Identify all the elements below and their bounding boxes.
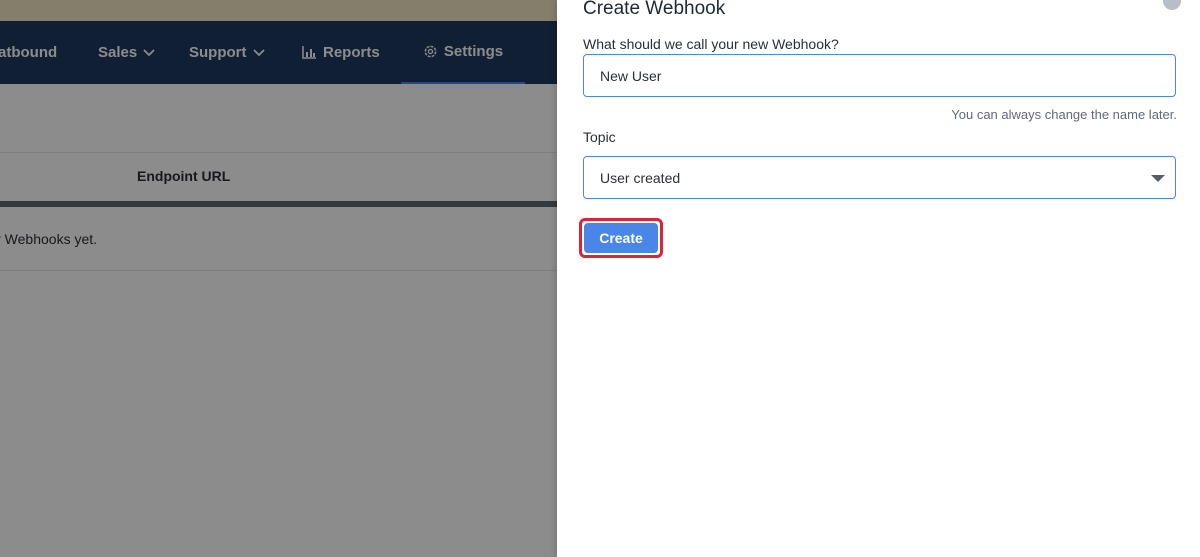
topic-select[interactable]: User created (583, 156, 1176, 199)
webhook-name-label: What should we call your new Webhook? (583, 36, 839, 52)
dropdown-caret-icon (1151, 175, 1165, 182)
webhook-name-input[interactable] (583, 54, 1176, 97)
drawer-title: Create Webhook (583, 0, 726, 19)
topic-selected-value: User created (600, 170, 681, 186)
topic-label: Topic (583, 129, 616, 145)
create-webhook-drawer: Create Webhook What should we call your … (557, 0, 1200, 557)
close-icon[interactable] (1163, 0, 1181, 10)
webhook-name-help: You can always change the name later. (951, 107, 1177, 122)
create-button[interactable]: Create (584, 223, 658, 253)
